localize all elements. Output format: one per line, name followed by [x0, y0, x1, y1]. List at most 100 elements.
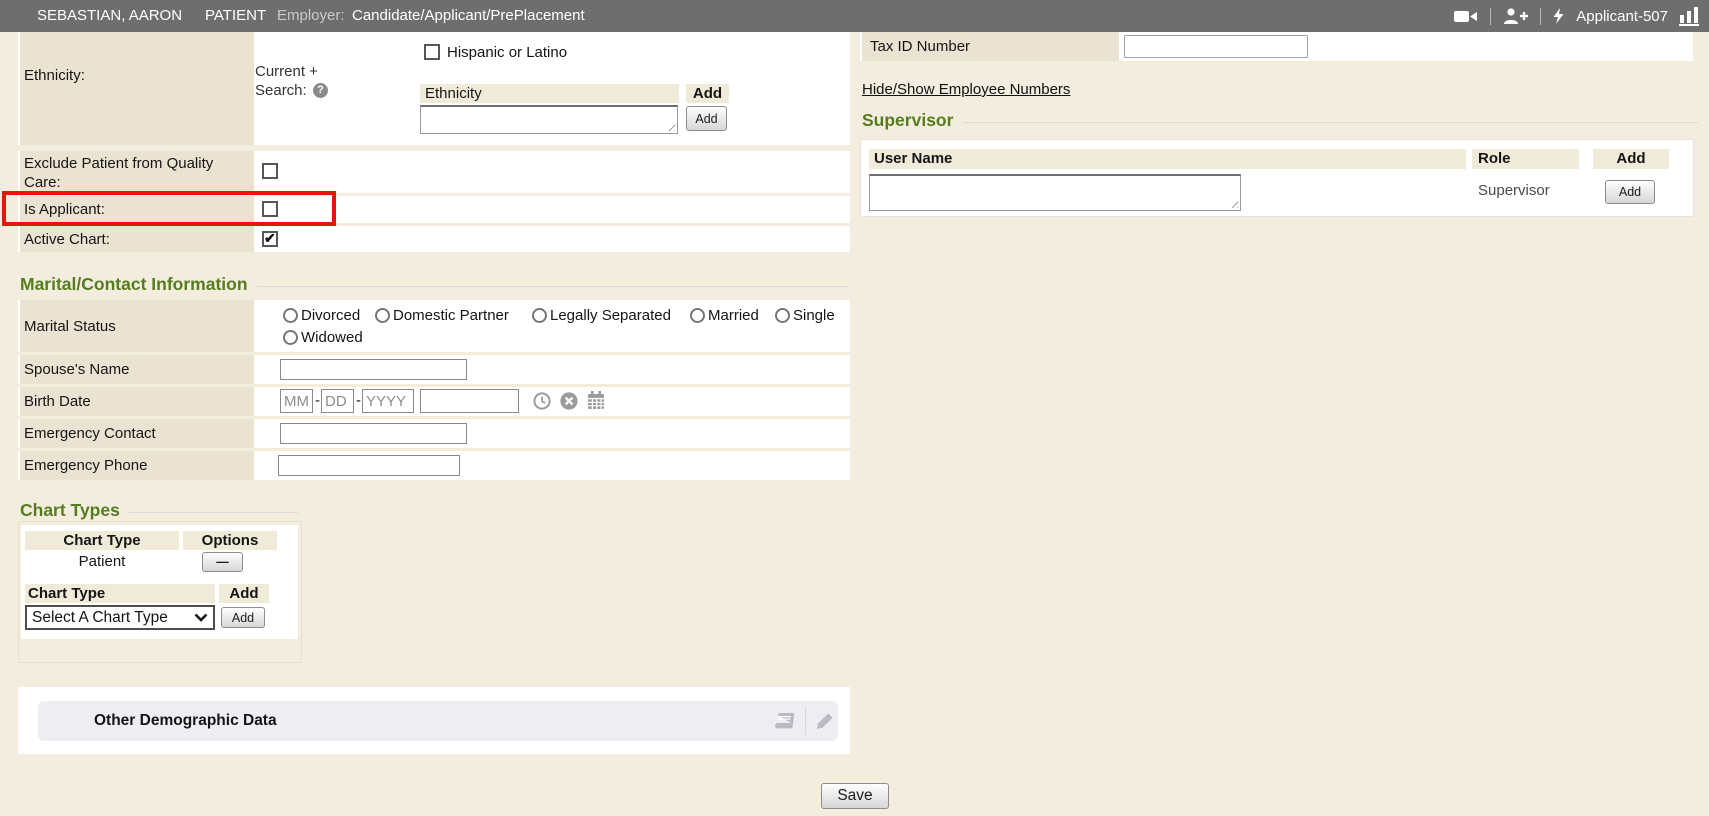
resize-grip[interactable]: [666, 122, 675, 131]
section-divider-line: [257, 286, 848, 287]
marital-section-header: Marital/Contact Information: [20, 274, 848, 295]
video-camera-icon[interactable]: [1453, 8, 1479, 25]
bar-chart-icon[interactable]: [1679, 7, 1699, 26]
chart-type-column-header: Chart Type: [25, 531, 179, 550]
emergency-phone-input[interactable]: [278, 455, 460, 476]
calendar-icon[interactable]: [586, 390, 606, 411]
hispanic-label: Hispanic or Latino: [447, 44, 567, 61]
is-applicant-label-cell: Is Applicant:: [20, 196, 254, 223]
toolbar-divider: [1540, 8, 1541, 25]
patient-demographics-page: SEBASTIAN, AARON PATIENT Employer: Candi…: [0, 0, 1709, 816]
radio-married[interactable]: Married: [690, 307, 759, 324]
tax-id-label: Tax ID Number: [870, 37, 970, 56]
patient-section-label: PATIENT: [205, 0, 266, 32]
ethnicity-row: Ethnicity: Hispanic or Latino Current + …: [18, 32, 850, 145]
exclude-quality-label: Exclude Patient from Quality Care:: [24, 154, 249, 192]
birth-month-input[interactable]: [280, 389, 313, 413]
save-button[interactable]: Save: [821, 783, 889, 809]
ethnicity-label: Ethnicity:: [24, 66, 85, 85]
active-chart-row: Active Chart:: [18, 226, 850, 252]
ethnicity-label-cell: Ethnicity:: [20, 32, 254, 145]
patient-name: SEBASTIAN, AARON: [37, 0, 182, 32]
chart-types-title: Chart Types: [20, 500, 120, 521]
chevron-down-icon: [194, 613, 208, 622]
emergency-contact-input[interactable]: [280, 423, 467, 444]
birth-date-row: Birth Date - -: [18, 387, 850, 416]
date-separator: -: [356, 392, 361, 409]
user-name-column-header: User Name: [869, 149, 1466, 169]
clear-date-icon[interactable]: [559, 391, 579, 411]
radio-icon: [532, 308, 547, 323]
ethnicity-search-input[interactable]: [420, 105, 678, 134]
current-search-line1: Current +: [255, 63, 318, 80]
other-demographic-panel: Other Demographic Data: [18, 687, 850, 754]
radio-legally-separated[interactable]: Legally Separated: [532, 307, 671, 324]
current-search-line2: Search:: [255, 82, 307, 99]
birth-day-input[interactable]: [321, 389, 354, 413]
supervisor-role-value: Supervisor: [1478, 182, 1550, 199]
emergency-contact-label: Emergency Contact: [24, 424, 156, 443]
is-applicant-label: Is Applicant:: [24, 200, 105, 219]
birth-year-input[interactable]: [362, 389, 414, 413]
ethnicity-add-button[interactable]: Add: [686, 106, 727, 131]
tax-id-input[interactable]: [1124, 35, 1308, 58]
employer-label: Employer:: [277, 0, 345, 32]
radio-domestic-partner[interactable]: Domestic Partner: [375, 307, 509, 324]
remove-chart-type-button[interactable]: —: [202, 552, 243, 572]
add-chart-type-column-header: Chart Type: [25, 584, 215, 603]
marital-section-title: Marital/Contact Information: [20, 274, 248, 295]
chart-types-section-header: Chart Types: [20, 500, 298, 521]
marital-status-label: Marital Status: [24, 317, 116, 336]
radio-single[interactable]: Single: [775, 307, 835, 324]
tax-id-label-cell: Tax ID Number: [862, 32, 1119, 61]
section-divider-line: [962, 122, 1698, 123]
other-demographic-bar[interactable]: Other Demographic Data: [38, 701, 838, 741]
is-applicant-checkbox[interactable]: [262, 201, 278, 217]
chart-type-add-button[interactable]: Add: [221, 607, 265, 628]
employer-value: Candidate/Applicant/PrePlacement: [352, 0, 585, 32]
applicant-badge: Applicant-507: [1576, 8, 1668, 25]
role-column-header: Role: [1472, 149, 1579, 169]
radio-divorced[interactable]: Divorced: [283, 307, 360, 324]
date-separator: -: [315, 392, 320, 409]
chart-type-select[interactable]: Select A Chart Type: [25, 605, 215, 630]
top-bar: SEBASTIAN, AARON PATIENT Employer: Candi…: [0, 0, 1709, 32]
lightning-bolt-icon[interactable]: [1552, 7, 1565, 25]
radio-icon: [775, 308, 790, 323]
pencil-icon[interactable]: [815, 711, 835, 731]
chart-types-panel: Chart Type Options Patient — Chart Type …: [18, 521, 302, 663]
clock-icon[interactable]: [532, 391, 552, 411]
add-column-header: Add: [219, 584, 269, 603]
exclude-quality-label-cell: Exclude Patient from Quality Care:: [20, 151, 254, 193]
birth-date-label-cell: Birth Date: [20, 387, 254, 416]
supervisor-user-name-input[interactable]: [869, 174, 1241, 211]
birth-date-extra-input[interactable]: [420, 389, 519, 413]
active-chart-label-cell: Active Chart:: [20, 226, 254, 252]
toolbar-divider: [1490, 8, 1491, 25]
section-divider-line: [129, 512, 298, 513]
emergency-phone-label-cell: Emergency Phone: [20, 451, 254, 480]
radio-icon: [690, 308, 705, 323]
spouse-name-input[interactable]: [280, 359, 467, 380]
supervisor-section-header: Supervisor: [862, 110, 1698, 131]
radio-icon: [283, 308, 298, 323]
exclude-quality-checkbox[interactable]: [262, 163, 278, 179]
spouse-name-label-cell: Spouse's Name: [20, 355, 254, 384]
hispanic-checkbox[interactable]: [424, 44, 440, 60]
active-chart-checkbox[interactable]: [262, 231, 278, 247]
radio-widowed[interactable]: Widowed: [283, 329, 363, 346]
marital-status-row: Marital Status Divorced Domestic Partner…: [18, 300, 850, 352]
chart-type-row-value: Patient: [25, 553, 179, 570]
other-demographic-title: Other Demographic Data: [94, 712, 277, 730]
supervisor-add-column-header: Add: [1593, 149, 1669, 169]
tax-id-row: Tax ID Number: [860, 32, 1693, 61]
radio-icon: [283, 330, 298, 345]
employee-numbers-link[interactable]: Hide/Show Employee Numbers: [862, 81, 1070, 98]
supervisor-add-button[interactable]: Add: [1605, 180, 1655, 204]
resize-grip[interactable]: [1229, 199, 1238, 208]
add-person-icon[interactable]: [1502, 7, 1529, 25]
book-icon[interactable]: [772, 712, 796, 731]
help-icon[interactable]: ?: [313, 83, 328, 98]
emergency-contact-row: Emergency Contact: [18, 419, 850, 448]
emergency-phone-label: Emergency Phone: [24, 456, 147, 475]
